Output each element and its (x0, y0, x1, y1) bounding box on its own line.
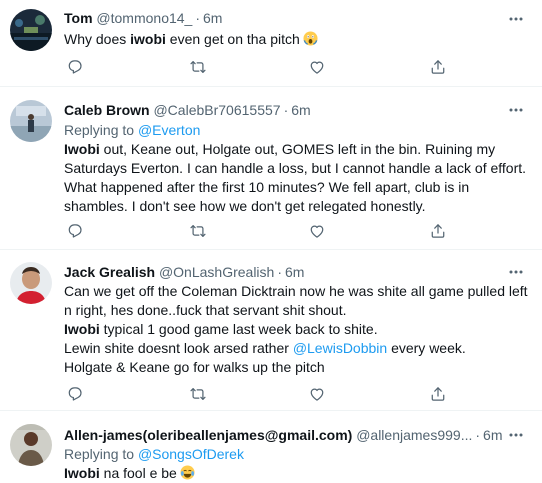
tears-of-joy-emoji-icon (180, 465, 195, 480)
tweet-text: Can we get off the Coleman Dicktrain now… (64, 283, 528, 375)
retweet-icon[interactable] (188, 57, 208, 77)
display-name[interactable]: Caleb Brown (64, 102, 150, 118)
tweet-text: Iwobi na fool e be (64, 464, 528, 483)
mention-link[interactable]: @LewisDobbin (293, 340, 387, 356)
separator-dot: · (283, 102, 289, 118)
reply-icon[interactable] (65, 57, 85, 77)
more-icon[interactable] (508, 102, 524, 118)
avatar[interactable] (10, 100, 52, 142)
tweet-actions (64, 221, 464, 241)
retweet-icon[interactable] (188, 221, 208, 241)
user-handle[interactable]: @CalebBr70615557 (153, 102, 280, 118)
keyword-highlight: Iwobi (64, 321, 100, 337)
like-icon[interactable] (307, 57, 327, 77)
separator-dot: · (277, 264, 283, 280)
tweet-header: Caleb Brown @CalebBr70615557 · 6m (64, 101, 512, 119)
replying-to-link[interactable]: @Everton (138, 122, 200, 138)
tweet-header: Tom @tommono14_ · 6m (64, 9, 512, 27)
tweet[interactable]: Caleb Brown @CalebBr70615557 · 6m Replying… (0, 88, 542, 250)
replying-to: Replying to @Everton (64, 122, 201, 138)
separator-dot: · (195, 10, 201, 26)
tweet-actions (64, 57, 464, 77)
share-icon[interactable] (428, 221, 448, 241)
keyword-highlight: Iwobi (64, 141, 100, 157)
timestamp[interactable]: 6m (483, 427, 502, 443)
reply-icon[interactable] (65, 221, 85, 241)
screaming-face-emoji-icon (303, 31, 318, 46)
avatar[interactable] (10, 9, 52, 51)
tweet-header: Allen-james(oleribeallenjames@gmail.com)… (64, 426, 512, 444)
display-name[interactable]: Tom (64, 10, 93, 26)
share-icon[interactable] (428, 57, 448, 77)
tweet-text: Iwobi out, Keane out, Holgate out, GOMES… (64, 141, 527, 214)
timestamp[interactable]: 6m (203, 10, 222, 26)
user-handle[interactable]: @OnLashGrealish (159, 264, 274, 280)
tweet[interactable]: Allen-james(oleribeallenjames@gmail.com)… (0, 412, 542, 483)
user-handle[interactable]: @allenjames999... (356, 427, 472, 443)
avatar[interactable] (10, 262, 52, 304)
replying-to-link[interactable]: @SongsOfDerek (138, 446, 244, 462)
display-name[interactable]: Allen-james(oleribeallenjames@gmail.com) (64, 427, 352, 443)
more-icon[interactable] (508, 264, 524, 280)
share-icon[interactable] (428, 384, 448, 404)
like-icon[interactable] (307, 221, 327, 241)
more-icon[interactable] (508, 11, 524, 27)
tweet[interactable]: Tom @tommono14_ · 6m Why does iwobi even g… (0, 0, 542, 87)
separator-dot: · (475, 427, 481, 443)
tweet-actions (64, 384, 464, 404)
user-handle[interactable]: @tommono14_ (96, 10, 192, 26)
avatar[interactable] (10, 424, 52, 466)
replying-to: Replying to @SongsOfDerek (64, 446, 244, 462)
timestamp[interactable]: 6m (291, 102, 310, 118)
tweet-header: Jack Grealish @OnLashGrealish · 6m (64, 263, 512, 281)
retweet-icon[interactable] (188, 384, 208, 404)
like-icon[interactable] (307, 384, 327, 404)
keyword-highlight: iwobi (130, 31, 166, 47)
display-name[interactable]: Jack Grealish (64, 264, 155, 280)
tweet[interactable]: Jack Grealish @OnLashGrealish · 6m Can we … (0, 251, 542, 411)
reply-icon[interactable] (65, 384, 85, 404)
more-icon[interactable] (508, 427, 524, 443)
tweet-text: Why does iwobi even get on tha pitch (64, 30, 528, 49)
timestamp[interactable]: 6m (285, 264, 304, 280)
keyword-highlight: Iwobi (64, 465, 100, 481)
